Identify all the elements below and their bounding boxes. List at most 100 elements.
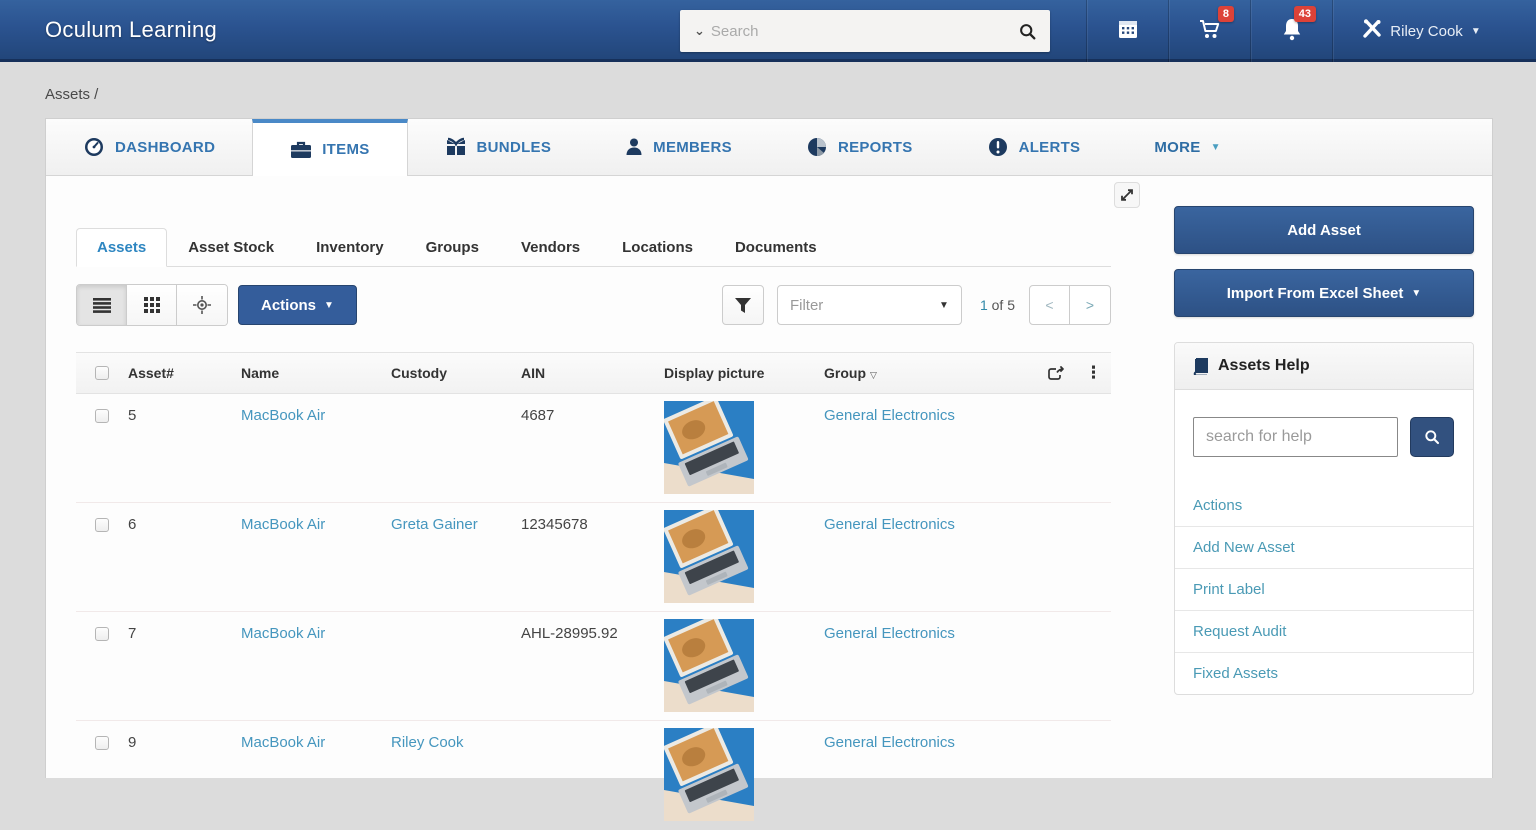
asset-number: 6: [128, 516, 241, 533]
subtab-inventory[interactable]: Inventory: [295, 229, 405, 266]
tab-members[interactable]: MEMBERS: [588, 119, 769, 175]
help-link-print-label[interactable]: Print Label: [1175, 568, 1473, 610]
help-search-button[interactable]: [1410, 417, 1454, 457]
tab-label: MEMBERS: [653, 139, 732, 156]
assets-help-panel: Assets Help Actions Add New Asset Print …: [1174, 342, 1474, 695]
add-asset-label: Add Asset: [1287, 222, 1361, 239]
header-ain[interactable]: AIN: [521, 365, 664, 381]
display-picture[interactable]: [664, 728, 824, 825]
pager: < >: [1029, 285, 1111, 325]
expand-button[interactable]: [1114, 182, 1140, 208]
subtab-assets[interactable]: Assets: [76, 228, 167, 267]
tab-reports[interactable]: REPORTS: [769, 119, 950, 175]
group-link[interactable]: General Electronics: [824, 625, 955, 642]
expand-icon: [1120, 188, 1134, 202]
cart-button[interactable]: 8: [1168, 0, 1250, 62]
help-search-input[interactable]: [1193, 417, 1398, 457]
subtab-documents[interactable]: Documents: [714, 229, 838, 266]
custody-link[interactable]: Riley Cook: [391, 734, 464, 751]
calendar-button[interactable]: [1086, 0, 1168, 62]
row-checkbox[interactable]: [95, 518, 109, 532]
search-scope-chevron-icon[interactable]: ⌄: [680, 23, 711, 39]
alert-icon: [987, 136, 1009, 158]
display-picture[interactable]: [664, 510, 824, 607]
map-view-button[interactable]: [177, 285, 227, 325]
dashboard-gauge-icon: [83, 136, 105, 158]
table-row[interactable]: 6 MacBook Air Greta Gainer 12345678: [76, 503, 1111, 612]
asset-name-link[interactable]: MacBook Air: [241, 625, 325, 642]
tab-label: DASHBOARD: [115, 139, 215, 156]
table-toolbar: Actions ▼ Filter ▼ 1 of 5: [76, 284, 1111, 326]
table-row[interactable]: 9 MacBook Air Riley Cook: [76, 721, 1111, 830]
notifications-button[interactable]: 43: [1250, 0, 1332, 62]
add-asset-button[interactable]: Add Asset: [1174, 206, 1474, 254]
subtab-vendors[interactable]: Vendors: [500, 229, 601, 266]
search-icon[interactable]: [1005, 23, 1050, 40]
group-link[interactable]: General Electronics: [824, 734, 955, 751]
asset-name-link[interactable]: MacBook Air: [241, 407, 325, 424]
display-picture[interactable]: [664, 619, 824, 716]
search-icon: [1424, 429, 1440, 445]
group-link[interactable]: General Electronics: [824, 407, 955, 424]
select-all-checkbox[interactable]: [95, 366, 109, 380]
header-asset-no[interactable]: Asset#: [128, 365, 241, 381]
table-row[interactable]: 5 MacBook Air 4687: [76, 394, 1111, 503]
tab-bundles[interactable]: BUNDLES: [408, 119, 589, 175]
tools-icon: [1362, 19, 1382, 43]
export-button[interactable]: [1036, 366, 1076, 381]
asset-name-link[interactable]: MacBook Air: [241, 516, 325, 533]
module-tab-bar: DASHBOARD ITEMS BUNDLES MEMBERS REPORTS: [46, 119, 1492, 176]
list-view-icon: [93, 298, 111, 313]
display-picture[interactable]: [664, 401, 824, 498]
help-link-fixed-assets[interactable]: Fixed Assets: [1175, 652, 1473, 694]
global-search[interactable]: ⌄: [680, 10, 1050, 52]
header-group[interactable]: Group▽: [824, 365, 1006, 381]
assets-help-title: Assets Help: [1218, 357, 1310, 375]
import-excel-button[interactable]: Import From Excel Sheet ▼: [1174, 269, 1474, 317]
macbook-photo: [664, 510, 754, 603]
tab-dashboard[interactable]: DASHBOARD: [46, 119, 252, 175]
help-link-actions[interactable]: Actions: [1175, 485, 1473, 526]
help-links: Actions Add New Asset Print Label Reques…: [1175, 485, 1473, 694]
row-checkbox[interactable]: [95, 736, 109, 750]
list-view-button[interactable]: [77, 285, 127, 325]
asset-name-link[interactable]: MacBook Air: [241, 734, 325, 751]
asset-number: 5: [128, 407, 241, 424]
toolbar-right: Filter ▼ 1 of 5 < >: [722, 285, 1111, 325]
subtab-groups[interactable]: Groups: [405, 229, 500, 266]
header-name[interactable]: Name: [241, 365, 391, 381]
filter-dropdown[interactable]: Filter ▼: [777, 285, 962, 325]
custody-link[interactable]: Greta Gainer: [391, 516, 478, 533]
filter-icon-button[interactable]: [722, 285, 764, 325]
funnel-icon: [735, 298, 751, 313]
grid-view-button[interactable]: [127, 285, 177, 325]
table-row[interactable]: 7 MacBook Air AHL-28995.92: [76, 612, 1111, 721]
user-menu[interactable]: Riley Cook ▼: [1332, 0, 1536, 62]
member-icon: [625, 137, 643, 157]
search-input[interactable]: [711, 23, 1005, 40]
help-link-add-new-asset[interactable]: Add New Asset: [1175, 526, 1473, 568]
subtab-locations[interactable]: Locations: [601, 229, 714, 266]
tab-alerts[interactable]: ALERTS: [950, 119, 1118, 175]
asset-subtabs: Assets Asset Stock Inventory Groups Vend…: [76, 226, 1111, 267]
column-menu-button[interactable]: ⋮: [1076, 365, 1111, 380]
ain-value: 12345678: [521, 516, 664, 533]
help-link-request-audit[interactable]: Request Audit: [1175, 610, 1473, 652]
tab-items[interactable]: ITEMS: [252, 119, 407, 176]
breadcrumb[interactable]: Assets /: [0, 62, 1536, 117]
header-picture[interactable]: Display picture: [664, 365, 824, 381]
subtab-asset-stock[interactable]: Asset Stock: [167, 229, 295, 266]
pie-chart-icon: [806, 136, 828, 158]
cart-badge: 8: [1218, 6, 1234, 22]
row-checkbox[interactable]: [95, 409, 109, 423]
row-checkbox[interactable]: [95, 627, 109, 641]
header-custody[interactable]: Custody: [391, 365, 521, 381]
tab-label: BUNDLES: [477, 139, 552, 156]
actions-button[interactable]: Actions ▼: [238, 285, 357, 325]
tab-more[interactable]: MORE ▼: [1117, 119, 1257, 175]
group-link[interactable]: General Electronics: [824, 516, 955, 533]
next-page-button[interactable]: >: [1070, 286, 1110, 324]
crosshair-icon: [193, 296, 211, 314]
bundle-icon: [445, 137, 467, 157]
prev-page-button[interactable]: <: [1030, 286, 1070, 324]
